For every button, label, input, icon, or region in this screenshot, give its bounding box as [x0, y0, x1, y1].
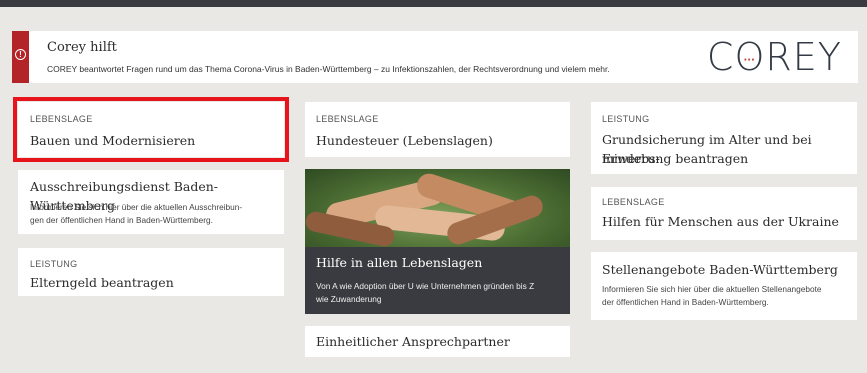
- card-hilfe-in-allen-lebenslagen[interactable]: Hilfe in allen Lebenslagen Von A wie Ado…: [305, 169, 570, 314]
- corey-logo: CO ··· REY: [706, 35, 842, 79]
- card-elterngeld[interactable]: LEISTUNG Elterngeld beantragen: [18, 248, 284, 296]
- card-kicker: LEBENSLAGE: [30, 114, 93, 124]
- corey-accent-bar: !: [12, 31, 29, 83]
- card-description-2: wie Zuwanderung: [316, 294, 382, 304]
- card-description-1: Informieren Sie sich hier über die aktue…: [602, 284, 822, 294]
- corey-description: COREY beantwortet Fragen rund um das The…: [47, 64, 610, 74]
- card-ukraine[interactable]: LEBENSLAGE Hilfen für Menschen aus der U…: [591, 187, 857, 240]
- card-title: Hilfen für Menschen aus der Ukraine: [602, 214, 839, 229]
- card-description-1: Informieren Sie sich hier über die aktue…: [30, 202, 243, 212]
- card-stellenangebote[interactable]: Stellenangebote Baden-Württemberg Inform…: [591, 252, 857, 320]
- card-title: Hundesteuer (Lebenslagen): [316, 133, 493, 148]
- card-title: Einheitlicher Ansprechpartner: [316, 334, 510, 349]
- card-kicker: LEISTUNG: [602, 114, 650, 124]
- corey-banner[interactable]: ! Corey hilft COREY beantwortet Fragen r…: [12, 31, 858, 83]
- card-hundesteuer[interactable]: LEBENSLAGE Hundesteuer (Lebenslagen): [305, 102, 570, 157]
- card-description-2: gen der öffentlichen Hand in Baden-Württ…: [30, 215, 213, 225]
- card-kicker: LEBENSLAGE: [316, 114, 379, 124]
- card-title: Hilfe in allen Lebenslagen: [316, 255, 483, 270]
- card-description-2: der öffentlichen Hand in Baden-Württembe…: [602, 297, 769, 307]
- chat-dots-icon: ···: [743, 55, 755, 66]
- card-title-2: minderung beantragen: [602, 151, 749, 166]
- card-kicker: LEISTUNG: [30, 259, 78, 269]
- corey-title: Corey hilft: [47, 40, 117, 55]
- info-icon: !: [15, 49, 26, 60]
- card-bauen[interactable]: LEBENSLAGE Bauen und Modernisieren: [18, 102, 284, 157]
- card-grundsicherung[interactable]: LEISTUNG Grundsicherung im Alter und bei…: [591, 102, 857, 174]
- card-title: Stellenangebote Baden-Württemberg: [602, 262, 838, 277]
- card-ausschreibungsdienst[interactable]: Ausschreibungsdienst Baden-Württemberg I…: [18, 170, 284, 234]
- card-kicker: LEBENSLAGE: [602, 197, 665, 207]
- top-bar: [0, 0, 867, 7]
- card-title: Bauen und Modernisieren: [30, 133, 196, 148]
- card-description-1: Von A wie Adoption über U wie Unternehme…: [316, 281, 535, 291]
- card-title: Elterngeld beantragen: [30, 275, 174, 290]
- hands-photo: [305, 169, 570, 249]
- card-ansprechpartner[interactable]: Einheitlicher Ansprechpartner: [305, 326, 570, 357]
